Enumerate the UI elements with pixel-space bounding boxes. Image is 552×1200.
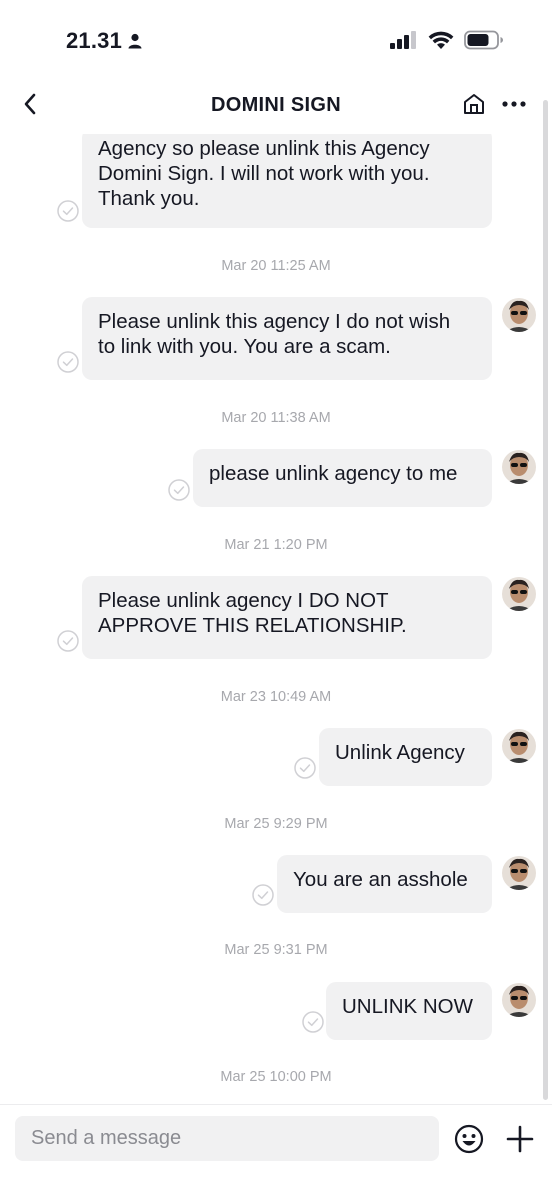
scrollbar[interactable] — [543, 100, 548, 1100]
avatar-image — [502, 577, 536, 611]
message-line: please unlink agency to me — [209, 462, 458, 485]
message-bubble[interactable]: Agency so please unlink this Agency Domi… — [82, 134, 492, 228]
message-line: You are an asshole — [293, 868, 468, 891]
cellular-signal-icon — [390, 31, 416, 49]
avatar-image — [502, 983, 536, 1017]
message-line: Please unlink agency I DO NOT — [98, 589, 389, 612]
status-bar: 21.31 — [0, 0, 552, 80]
read-check-icon — [57, 351, 79, 373]
message-timestamp: Mar 20 11:38 AM — [221, 410, 331, 426]
person-icon — [128, 33, 142, 49]
read-check-icon — [294, 757, 316, 779]
chat-header: DOMINI SIGN — [0, 80, 552, 134]
message-line: to link with you. You are a scam. — [98, 335, 391, 358]
avatar-image — [502, 450, 536, 484]
message-input[interactable] — [15, 1116, 439, 1161]
avatar[interactable] — [502, 856, 536, 890]
more-dots-icon — [502, 101, 526, 107]
message-line: Thank you. — [98, 187, 200, 210]
read-check-icon — [302, 1011, 324, 1033]
avatar[interactable] — [502, 450, 536, 484]
more-button[interactable] — [500, 92, 528, 116]
message-line: Domini Sign. I will not work with you. — [98, 162, 430, 185]
message-timestamp: Mar 25 9:29 PM — [224, 816, 328, 832]
avatar[interactable] — [502, 729, 536, 763]
status-icons — [390, 30, 504, 50]
message-bubble[interactable]: UNLINK NOW — [326, 982, 492, 1040]
status-clock: 21.31 — [66, 28, 142, 54]
emoji-icon — [454, 1124, 484, 1154]
avatar-image — [502, 856, 536, 890]
message-timestamp: Mar 21 1:20 PM — [224, 537, 328, 553]
message-timestamp: Mar 25 9:31 PM — [224, 942, 328, 958]
avatar[interactable] — [502, 983, 536, 1017]
message-line: Please unlink this agency I do not wish — [98, 310, 451, 333]
wifi-icon — [428, 31, 454, 49]
emoji-button[interactable] — [454, 1124, 484, 1154]
avatar[interactable] — [502, 577, 536, 611]
message-bubble[interactable]: Please unlink agency I DO NOT APPROVE TH… — [82, 576, 492, 659]
message-bubble[interactable]: You are an asshole — [277, 855, 492, 913]
message-line: UNLINK NOW — [342, 995, 473, 1018]
add-attachment-button[interactable] — [506, 1125, 534, 1153]
avatar-image — [502, 729, 536, 763]
avatar-image — [502, 298, 536, 332]
message-bubble[interactable]: Unlink Agency — [319, 728, 492, 786]
read-check-icon — [168, 479, 190, 501]
status-time: 21.31 — [66, 28, 123, 53]
message-line: Agency so please unlink this Agency — [98, 137, 430, 160]
message-list[interactable]: Agency so please unlink this Agency Domi… — [0, 134, 552, 1104]
message-timestamp: Mar 25 10:00 PM — [220, 1069, 332, 1085]
read-check-icon — [252, 884, 274, 906]
plus-icon — [506, 1125, 534, 1153]
house-icon — [464, 94, 484, 114]
message-bubble[interactable]: please unlink agency to me — [193, 449, 492, 507]
message-line: APPROVE THIS RELATIONSHIP. — [98, 614, 407, 637]
message-timestamp: Mar 23 10:49 AM — [220, 689, 332, 705]
message-timestamp: Mar 20 11:25 AM — [221, 258, 331, 274]
house-button[interactable] — [462, 92, 486, 116]
avatar[interactable] — [502, 298, 536, 332]
read-check-icon — [57, 630, 79, 652]
message-bubble[interactable]: Please unlink this agency I do not wish … — [82, 297, 492, 380]
read-check-icon — [57, 200, 79, 222]
battery-icon — [464, 30, 503, 50]
message-line: Unlink Agency — [335, 741, 465, 764]
message-composer — [0, 1104, 552, 1200]
